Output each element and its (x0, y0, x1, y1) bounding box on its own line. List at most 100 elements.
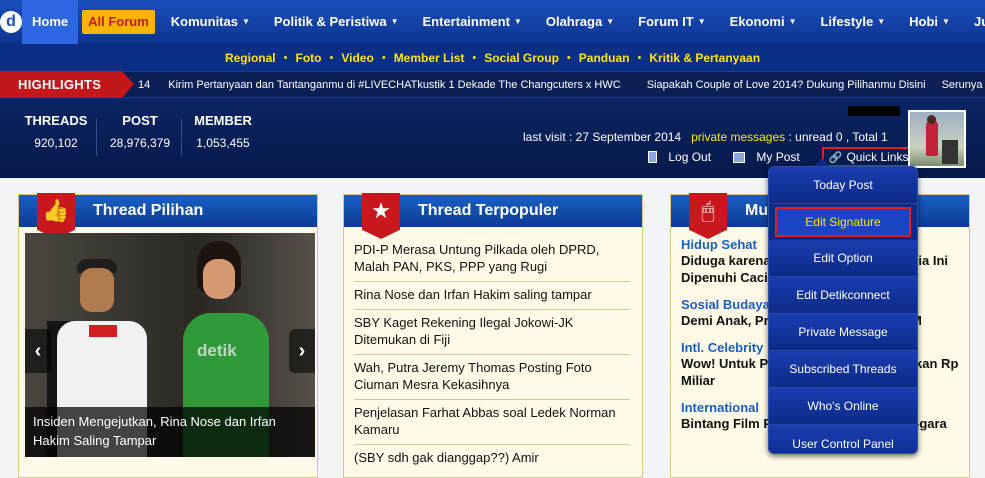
star-icon: ★ (371, 198, 391, 223)
separator: • (637, 51, 642, 64)
menu-item-private-message[interactable]: Private Message (769, 314, 917, 351)
highlight-item[interactable]: Kirim Pertanyaan dan Tantanganmu di #LIV… (168, 79, 620, 91)
menu-item-whos-online[interactable]: Who's Online (769, 388, 917, 425)
logout-link[interactable]: Log Out (648, 150, 711, 164)
logout-label: Log Out (668, 150, 712, 164)
subnav-foto[interactable]: Foto (296, 51, 322, 65)
list-item[interactable]: PDI-P Merasa Untung Pilkada oleh DPRD, M… (354, 237, 630, 282)
menu-item-today-post[interactable]: Today Post (769, 167, 917, 204)
nav-jual-beli[interactable]: Jual Beli (962, 0, 985, 44)
last-visit: last visit : 27 September 2014 private m… (523, 130, 888, 144)
mouse-badge: 🖱 (689, 193, 727, 239)
separator: • (329, 51, 334, 64)
nav-komunitas[interactable]: Komunitas ▼ (159, 0, 262, 44)
mouse-icon: 🖱 (701, 198, 715, 223)
private-messages-link[interactable]: private messages (691, 130, 785, 144)
nav-label: Lifestyle (820, 14, 874, 29)
avatar-object (942, 140, 958, 164)
stat-value: 28,976,379 (109, 136, 171, 150)
photo-caption[interactable]: Insiden Mengejutkan, Rina Nose dan Irfan… (25, 407, 315, 457)
separator: • (283, 51, 288, 64)
nav-label: Entertainment (422, 14, 510, 29)
nav-entertainment[interactable]: Entertainment ▼ (411, 0, 534, 44)
menu-item-edit-signature[interactable]: Edit Signature (775, 207, 911, 237)
nav-politik[interactable]: Politik & Peristiwa ▼ (262, 0, 411, 44)
stat-value: 1,053,455 (196, 136, 250, 150)
chevron-down-icon: ▼ (697, 17, 706, 26)
menu-item-subscribed-threads[interactable]: Subscribed Threads (769, 351, 917, 388)
thread-list: PDI-P Merasa Untung Pilkada oleh DPRD, M… (344, 237, 642, 472)
chevron-down-icon: ▼ (606, 17, 615, 26)
subnav-social-group[interactable]: Social Group (484, 51, 559, 65)
list-item[interactable]: SBY Kaget Rekening Ilegal Jokowi-JK Dite… (354, 310, 630, 355)
list-item[interactable]: (SBY sdh gak dianggap??) Amir (354, 445, 630, 472)
photo-face (80, 268, 114, 312)
stat-label: MEMBER (194, 113, 252, 128)
site-logo[interactable]: d (0, 0, 22, 44)
stat-label: THREADS (24, 113, 88, 128)
subnav-panduan[interactable]: Panduan (579, 51, 630, 65)
stat-post: POST 28,976,379 (104, 113, 176, 150)
stat-threads: THREADS 920,102 (22, 113, 90, 150)
featured-photo[interactable]: detik ‹ › Insiden Mengejutkan, Rina Nose… (25, 233, 315, 457)
stat-label: POST (122, 113, 158, 128)
subnav-regional[interactable]: Regional (225, 51, 276, 65)
nav-ekonomi[interactable]: Ekonomi ▼ (718, 0, 809, 44)
nav-label: Komunitas (170, 14, 238, 29)
thumbs-up-icon: 👍 (42, 198, 70, 223)
photo-face (203, 259, 235, 299)
subnav-video[interactable]: Video (341, 51, 373, 65)
next-arrow-button[interactable]: › (289, 329, 315, 373)
nav-home[interactable]: Home (22, 0, 79, 44)
menu-item-user-control-panel[interactable]: User Control Panel (769, 425, 917, 453)
link-icon: 🔗 (828, 151, 843, 164)
nav-forum-it[interactable]: Forum IT ▼ (626, 0, 718, 44)
photo-watermark: detik (197, 341, 237, 360)
thread-terpopuler-panel: ★ Thread Terpopuler PDI-P Merasa Untung … (343, 193, 643, 478)
nav-all-forum[interactable]: All Forum (82, 9, 155, 34)
nav-label: Olahraga (545, 14, 603, 29)
chevron-down-icon: ▼ (241, 17, 250, 26)
separator: • (566, 51, 571, 64)
list-item[interactable]: Wah, Putra Jeremy Thomas Posting Foto Ci… (354, 355, 630, 400)
photo-bowtie (89, 325, 117, 337)
nav-label: Hobi (909, 14, 939, 29)
quick-links-label: Quick Links (846, 150, 909, 164)
quick-links-button[interactable]: 🔗 Quick Links (821, 147, 916, 167)
nav-lifestyle[interactable]: Lifestyle ▼ (808, 0, 897, 44)
chevron-down-icon: ▼ (942, 17, 950, 26)
menu-item-edit-option[interactable]: Edit Option (769, 240, 917, 277)
nav-olahraga[interactable]: Olahraga ▼ (534, 0, 626, 44)
chevron-down-icon: ▼ (788, 17, 797, 26)
star-badge: ★ (362, 193, 400, 239)
chevron-right-icon: › (298, 339, 306, 362)
nav-hobi[interactable]: Hobi ▼ (897, 0, 962, 44)
highlight-item[interactable]: Serunya (942, 79, 983, 91)
avatar[interactable] (908, 110, 966, 168)
nav-label: Ekonomi (729, 14, 785, 29)
subnav-member-list[interactable]: Member List (394, 51, 465, 65)
chevron-down-icon: ▼ (513, 17, 522, 26)
stat-value: 920,102 (34, 136, 78, 150)
main-nav: d Home All Forum Komunitas ▼ Politik & Pe… (0, 0, 985, 44)
thread-pilihan-panel: 👍 Thread Pilihan detik ‹ › Insiden Menge… (18, 193, 318, 478)
nav-label: Politik & Peristiwa (273, 14, 387, 29)
user-links: Log Out My Post 🔗 Quick Links (648, 147, 916, 167)
avatar-head (927, 115, 936, 124)
highlight-item[interactable]: Siapakah Couple of Love 2014? Dukung Pil… (647, 79, 926, 91)
logout-icon (648, 151, 657, 163)
list-item[interactable]: Rina Nose dan Irfan Hakim saling tampar (354, 282, 630, 310)
menu-item-edit-detikconnect[interactable]: Edit Detikconnect (769, 277, 917, 314)
forum-page: d Home All Forum Komunitas ▼ Politik & Pe… (0, 0, 985, 478)
calendar-icon (733, 151, 746, 163)
chevron-down-icon: ▼ (877, 17, 886, 26)
list-item[interactable]: Penjelasan Farhat Abbas soal Ledek Norma… (354, 400, 630, 445)
prev-arrow-button[interactable]: ‹ (25, 329, 51, 373)
subnav-kritik[interactable]: Kritik & Pertanyaan (649, 51, 760, 65)
divider (181, 118, 182, 156)
separator: • (381, 51, 386, 64)
last-visit-text: last visit : 27 September 2014 (523, 130, 682, 144)
chevron-down-icon: ▼ (390, 17, 399, 26)
mypost-link[interactable]: My Post (733, 150, 800, 164)
highlight-item[interactable]: 14 (138, 79, 150, 91)
